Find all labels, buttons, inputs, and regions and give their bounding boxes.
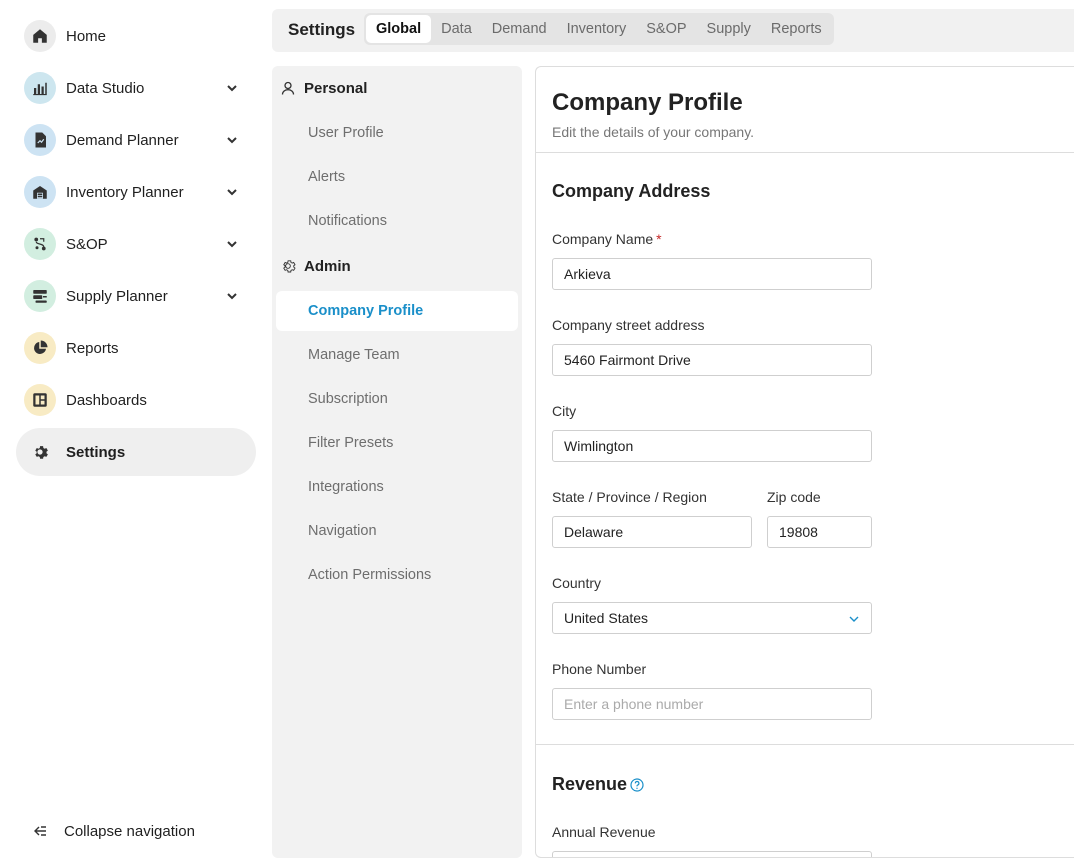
- subnav-item-user-profile[interactable]: User Profile: [276, 113, 518, 153]
- city-label: City: [552, 403, 577, 419]
- zip-input[interactable]: 19808: [767, 516, 872, 548]
- subnav-item-integrations[interactable]: Integrations: [276, 467, 518, 507]
- state-label: State / Province / Region: [552, 489, 707, 505]
- chevron-down-icon[interactable]: [224, 288, 240, 304]
- country-label: Country: [552, 575, 602, 591]
- demand-planner-icon: [24, 124, 56, 156]
- tab-supply[interactable]: Supply: [697, 15, 761, 43]
- chevron-down-icon[interactable]: [224, 132, 240, 148]
- street-address-label: Company street address: [552, 317, 705, 333]
- street-address-input[interactable]: 5460 Fairmont Drive: [552, 344, 872, 376]
- admin-section-header: Admin: [280, 254, 351, 278]
- data-studio-icon: [24, 72, 56, 104]
- subnav-item-action-permissions[interactable]: Action Permissions: [276, 555, 518, 595]
- phone-input[interactable]: Enter a phone number: [552, 688, 872, 720]
- reports-icon: [24, 332, 56, 364]
- company-name-input[interactable]: Arkieva: [552, 258, 872, 290]
- supply-planner-icon: [24, 280, 56, 312]
- phone-label: Phone Number: [552, 661, 647, 677]
- nav-item-label: S&OP: [66, 235, 108, 253]
- nav-item-label: Demand Planner: [66, 131, 179, 149]
- company-name-label: Company Name *: [552, 231, 662, 247]
- country-select[interactable]: United States: [552, 602, 872, 634]
- country-select-value: United States: [564, 610, 649, 626]
- nav-item-label: Home: [66, 27, 107, 45]
- tab-data[interactable]: Data: [431, 15, 482, 43]
- chevron-down-icon[interactable]: [224, 184, 240, 200]
- subnav-item-navigation[interactable]: Navigation: [276, 511, 518, 551]
- settings-title: Settings: [288, 20, 356, 39]
- nav-item-label: Inventory Planner: [66, 183, 184, 201]
- subnav-item-filter-presets[interactable]: Filter Presets: [276, 423, 518, 463]
- nav-item-label: Settings: [66, 443, 126, 461]
- user-icon: [281, 81, 295, 95]
- sop-icon: [24, 228, 56, 260]
- subnav-item-alerts[interactable]: Alerts: [276, 157, 518, 197]
- annual-revenue-label: Annual Revenue: [552, 824, 656, 840]
- company-name-label-text: Company Name: [552, 231, 654, 247]
- state-input[interactable]: Delaware: [552, 516, 752, 548]
- chevron-down-icon: [849, 616, 859, 622]
- dashboards-icon: [24, 384, 56, 416]
- nav-item-label: Data Studio: [66, 79, 145, 97]
- chevron-down-icon[interactable]: [224, 236, 240, 252]
- subnav-item-company-profile[interactable]: Company Profile: [276, 291, 518, 331]
- nav-item-settings[interactable]: Settings: [16, 428, 256, 476]
- tab-inventory[interactable]: Inventory: [557, 15, 637, 43]
- gear-icon: [283, 260, 296, 273]
- personal-section-label: Personal: [304, 79, 368, 97]
- chevron-down-icon[interactable]: [224, 80, 240, 96]
- nav-item-label: Dashboards: [66, 391, 147, 409]
- settings-subnav: Personal User Profile Alerts Notificatio…: [272, 66, 522, 858]
- collapse-navigation-button[interactable]: Collapse navigation: [32, 820, 195, 842]
- tab-sop[interactable]: S&OP: [636, 15, 696, 43]
- personal-section-header: Personal: [280, 76, 367, 100]
- settings-tabbar: Settings Global Data Demand Inventory S&…: [272, 9, 1074, 52]
- tab-global[interactable]: Global: [366, 15, 432, 43]
- subnav-item-subscription[interactable]: Subscription: [276, 379, 518, 419]
- nav-item-dashboards[interactable]: Dashboards: [16, 376, 256, 424]
- gear-icon: [24, 436, 56, 468]
- annual-revenue-input[interactable]: [552, 851, 872, 857]
- nav-item-supply-planner[interactable]: Supply Planner: [16, 272, 256, 320]
- tab-reports[interactable]: Reports: [761, 15, 832, 43]
- revenue-heading: Revenue: [552, 774, 628, 794]
- company-profile-panel: Company Profile Edit the details of your…: [535, 66, 1074, 858]
- nav-item-demand-planner[interactable]: Demand Planner: [16, 116, 256, 164]
- page-title: Company Profile: [552, 89, 743, 116]
- settings-tab-group: Global Data Demand Inventory S&OP Supply…: [364, 13, 834, 45]
- help-icon[interactable]: [630, 778, 644, 792]
- nav-item-data-studio[interactable]: Data Studio: [16, 64, 256, 112]
- collapse-navigation-label: Collapse navigation: [64, 822, 195, 840]
- tab-demand[interactable]: Demand: [482, 15, 557, 43]
- city-input[interactable]: Wimlington: [552, 430, 872, 462]
- page-subtitle: Edit the details of your company.: [552, 124, 755, 140]
- nav-item-home[interactable]: Home: [16, 12, 256, 60]
- nav-item-sop[interactable]: S&OP: [16, 220, 256, 268]
- company-address-heading: Company Address: [552, 181, 711, 201]
- home-icon: [24, 20, 56, 52]
- main-navigation: Home Data Studio Demand Planner Inventor…: [0, 0, 262, 866]
- zip-label: Zip code: [767, 489, 821, 505]
- admin-section-label: Admin: [304, 257, 351, 275]
- nav-item-inventory-planner[interactable]: Inventory Planner: [16, 168, 256, 216]
- divider: [536, 744, 1074, 745]
- inventory-planner-icon: [24, 176, 56, 208]
- nav-item-reports[interactable]: Reports: [16, 324, 256, 372]
- collapse-nav-icon: [34, 826, 46, 836]
- nav-item-label: Reports: [66, 339, 119, 357]
- nav-item-label: Supply Planner: [66, 287, 168, 305]
- subnav-item-notifications[interactable]: Notifications: [276, 201, 518, 241]
- required-marker: *: [656, 231, 662, 247]
- subnav-item-manage-team[interactable]: Manage Team: [276, 335, 518, 375]
- divider: [536, 152, 1074, 153]
